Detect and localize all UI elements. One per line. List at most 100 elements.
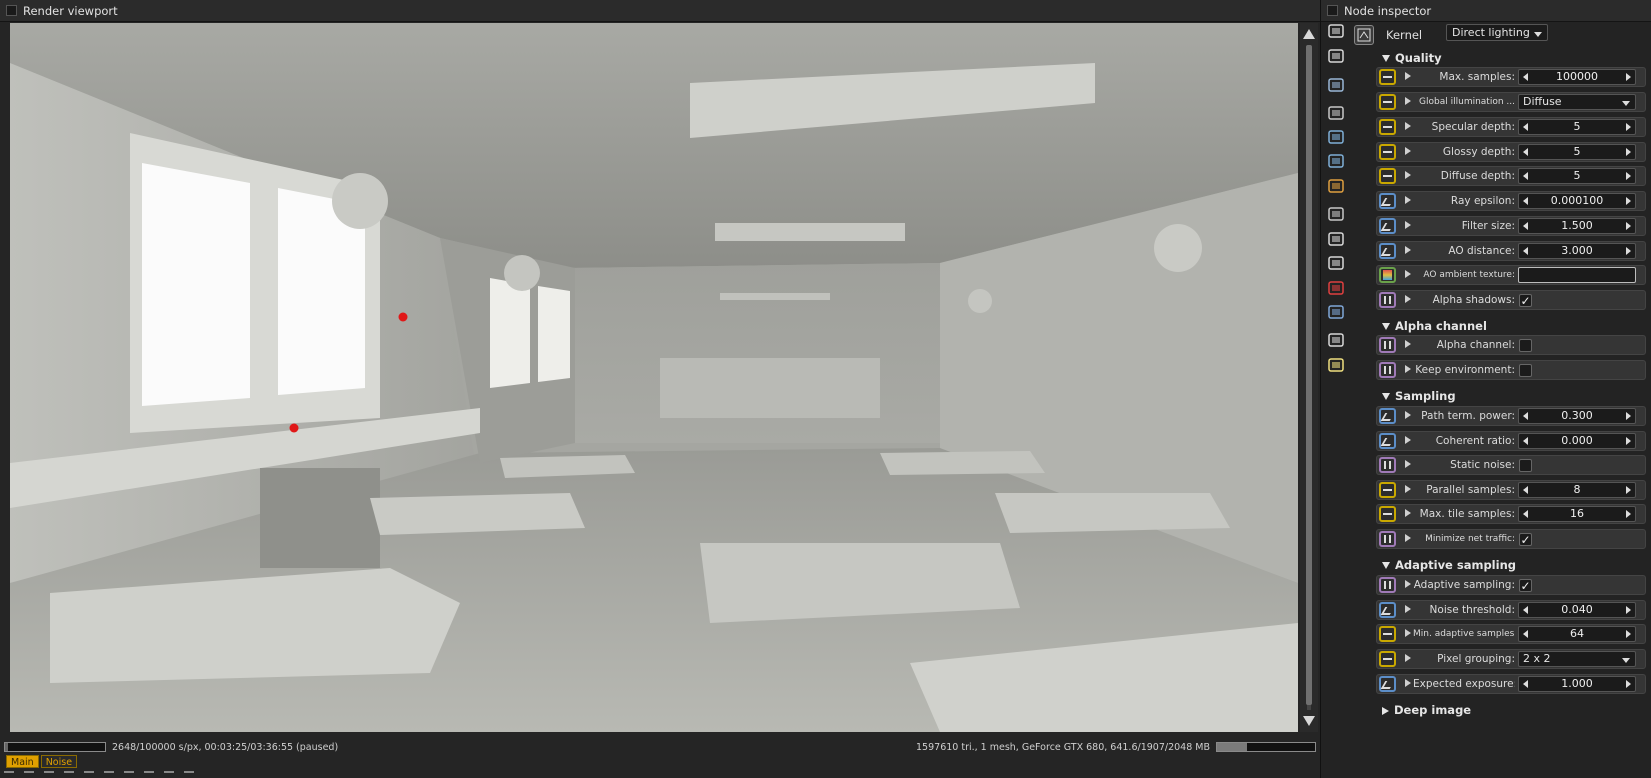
param-value[interactable]: 5 — [1531, 120, 1623, 134]
filter-size-spinner[interactable]: 1.500 — [1518, 218, 1636, 234]
param-value[interactable]: 0.000100 — [1531, 194, 1623, 208]
float-pin-icon[interactable] — [1379, 676, 1396, 692]
expand-arrow-icon[interactable] — [1405, 365, 1411, 373]
film-icon[interactable] — [1327, 206, 1345, 222]
database-icon[interactable] — [1327, 153, 1345, 169]
float-pin-icon[interactable] — [1379, 218, 1396, 234]
alpha-channel-checkbox[interactable] — [1519, 339, 1532, 352]
camera-icon[interactable] — [1327, 105, 1345, 121]
param-value[interactable]: 5 — [1531, 169, 1623, 183]
bool-pin-icon[interactable] — [1379, 531, 1396, 547]
param-value[interactable]: 1.000 — [1531, 677, 1623, 691]
cube-red-icon[interactable] — [1327, 280, 1345, 296]
expand-arrow-icon[interactable] — [1405, 679, 1411, 687]
expand-arrow-icon[interactable] — [1405, 436, 1411, 444]
bool-pin-icon[interactable] — [1379, 362, 1396, 378]
expand-arrow-icon[interactable] — [1405, 122, 1411, 130]
float-pin-icon[interactable] — [1379, 193, 1396, 209]
increment-icon[interactable] — [1626, 247, 1631, 255]
int-pin-icon[interactable] — [1379, 94, 1396, 110]
param-value[interactable]: 0.040 — [1531, 603, 1623, 617]
noise-threshold-spinner[interactable]: 0.040 — [1518, 602, 1636, 618]
specular-depth-spinner[interactable]: 5 — [1518, 119, 1636, 135]
materials-icon[interactable] — [1327, 178, 1345, 194]
image-icon[interactable] — [1327, 77, 1345, 93]
min-adaptive-samples-spinner[interactable]: 64 — [1518, 626, 1636, 642]
increment-icon[interactable] — [1626, 148, 1631, 156]
decrement-icon[interactable] — [1523, 680, 1528, 688]
expected-exposure-spinner[interactable]: 1.000 — [1518, 676, 1636, 692]
expand-arrow-icon[interactable] — [1405, 97, 1411, 105]
expand-arrow-icon[interactable] — [1405, 171, 1411, 179]
decrement-icon[interactable] — [1523, 222, 1528, 230]
increment-icon[interactable] — [1626, 172, 1631, 180]
expand-arrow-icon[interactable] — [1405, 295, 1411, 303]
int-pin-icon[interactable] — [1379, 69, 1396, 85]
panel-toggle-icon[interactable] — [6, 5, 17, 16]
expand-arrow-icon[interactable] — [1405, 509, 1411, 517]
int-pin-icon[interactable] — [1379, 626, 1396, 642]
expand-arrow-icon[interactable] — [1405, 196, 1411, 204]
max-samples-spinner[interactable]: 100000 — [1518, 69, 1636, 85]
max-tile-samples-spinner[interactable]: 16 — [1518, 506, 1636, 522]
param-value[interactable]: 5 — [1531, 145, 1623, 159]
ao-ambient-texture-input[interactable] — [1518, 267, 1636, 283]
increment-icon[interactable] — [1626, 510, 1631, 518]
expand-arrow-icon[interactable] — [1405, 485, 1411, 493]
sun-icon[interactable] — [1327, 357, 1345, 373]
int-pin-icon[interactable] — [1379, 506, 1396, 522]
decrement-icon[interactable] — [1523, 73, 1528, 81]
tab-noise[interactable]: Noise — [40, 755, 78, 768]
decrement-icon[interactable] — [1523, 630, 1528, 638]
toolbar-tool-icon[interactable] — [64, 771, 74, 778]
kernel-icon[interactable] — [1327, 255, 1345, 271]
expand-arrow-icon[interactable] — [1405, 411, 1411, 419]
expand-arrow-icon[interactable] — [1405, 654, 1411, 662]
pixel-grouping-dropdown[interactable]: 2 x 2 — [1518, 651, 1636, 667]
database-icon[interactable] — [1327, 129, 1345, 145]
toolbar-tool-icon[interactable] — [24, 771, 34, 778]
cube-blue-icon[interactable] — [1327, 304, 1345, 320]
ao-distance-spinner[interactable]: 3.000 — [1518, 243, 1636, 259]
expand-arrow-icon[interactable] — [1405, 270, 1411, 278]
panel-toggle-icon[interactable] — [1327, 5, 1338, 16]
render-image[interactable] — [10, 23, 1298, 732]
decrement-icon[interactable] — [1523, 486, 1528, 494]
increment-icon[interactable] — [1626, 606, 1631, 614]
bool-pin-icon[interactable] — [1379, 457, 1396, 473]
path-term-power-spinner[interactable]: 0.300 — [1518, 408, 1636, 424]
param-value[interactable]: 8 — [1531, 483, 1623, 497]
toolbar-tool-icon[interactable] — [44, 771, 54, 778]
increment-icon[interactable] — [1626, 123, 1631, 131]
diffuse-depth-spinner[interactable]: 5 — [1518, 168, 1636, 184]
param-value[interactable]: 64 — [1531, 627, 1623, 641]
scroll-thumb[interactable] — [1306, 45, 1312, 705]
increment-icon[interactable] — [1626, 222, 1631, 230]
toolbar-tool-icon[interactable] — [184, 771, 194, 778]
param-value[interactable]: 0.000 — [1531, 434, 1623, 448]
float-pin-icon[interactable] — [1379, 433, 1396, 449]
decrement-icon[interactable] — [1523, 412, 1528, 420]
toolbar-tool-icon[interactable] — [84, 771, 94, 778]
keep-environment-checkbox[interactable] — [1519, 364, 1532, 377]
increment-icon[interactable] — [1626, 412, 1631, 420]
scroll-up-icon[interactable] — [1303, 29, 1315, 39]
toolbar-tool-icon[interactable] — [164, 771, 174, 778]
int-pin-icon[interactable] — [1379, 119, 1396, 135]
decrement-icon[interactable] — [1523, 148, 1528, 156]
param-value[interactable]: 0.300 — [1531, 409, 1623, 423]
expand-arrow-icon[interactable] — [1405, 221, 1411, 229]
decrement-icon[interactable] — [1523, 606, 1528, 614]
int-pin-icon[interactable] — [1379, 168, 1396, 184]
decrement-icon[interactable] — [1523, 123, 1528, 131]
kernel-type-dropdown[interactable]: Direct lighting — [1446, 24, 1548, 41]
decrement-icon[interactable] — [1523, 510, 1528, 518]
increment-icon[interactable] — [1626, 437, 1631, 445]
bool-pin-icon[interactable] — [1379, 577, 1396, 593]
expand-arrow-icon[interactable] — [1405, 534, 1411, 542]
glossy-depth-spinner[interactable]: 5 — [1518, 144, 1636, 160]
ray-epsilon-spinner[interactable]: 0.000100 — [1518, 193, 1636, 209]
expand-arrow-icon[interactable] — [1405, 580, 1411, 588]
int-pin-icon[interactable] — [1379, 482, 1396, 498]
toolbar-tool-icon[interactable] — [4, 771, 14, 778]
